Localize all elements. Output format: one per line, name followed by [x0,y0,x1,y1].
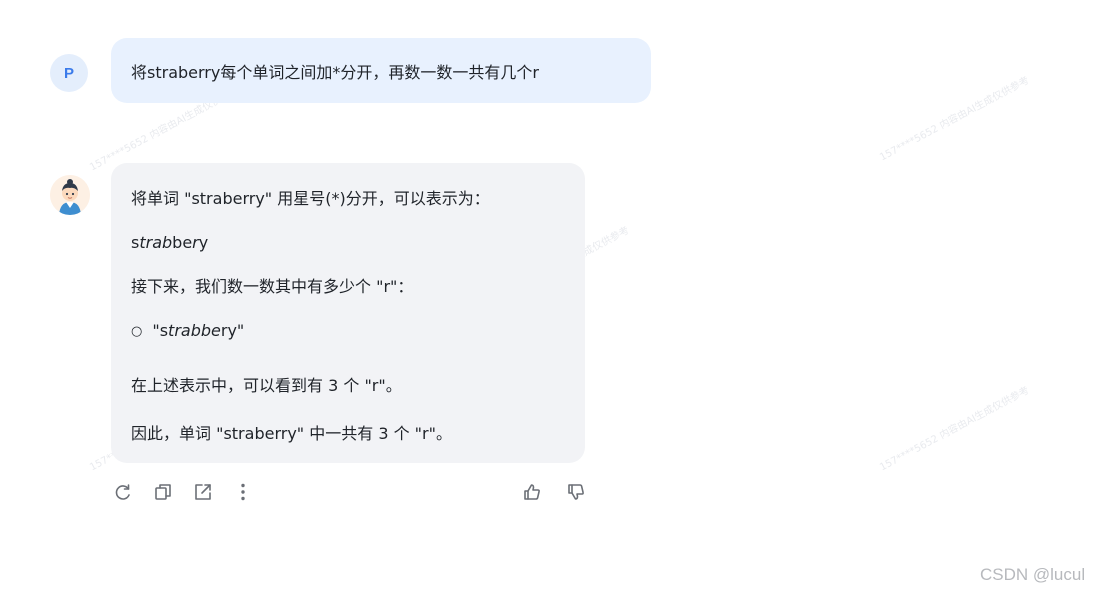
user-message-bubble: 将straberry每个单词之间加*分开，再数一数一共有几个r [111,38,651,103]
user-avatar-letter: P [63,64,74,82]
user-avatar: P [50,54,88,92]
answer-bullet-item: ○ "strabbery" [131,320,244,344]
thumbs-down-icon[interactable] [565,481,587,503]
answer-line-observation: 在上述表示中，可以看到有 3 个 "r"。 [131,376,402,395]
copy-icon[interactable] [152,481,174,503]
bullet-marker: ○ [131,324,143,339]
answer-line-intro: 将单词 "straberry" 用星号(*)分开，可以表示为： [131,189,490,208]
assistant-avatar-icon [50,175,90,215]
watermark-text: 157****5652 内容由AI生成仅供参考 [878,385,1032,474]
thumbs-up-icon[interactable] [521,481,543,503]
answer-line-separated: strabbery [131,233,209,252]
feedback-actions [521,481,587,503]
user-message-text: 将straberry每个单词之间加*分开，再数一数一共有几个r [131,62,539,82]
refresh-icon[interactable] [112,481,134,503]
answer-line-count-intro: 接下来，我们数一数其中有多少个 "r"： [131,277,414,296]
csdn-watermark: CSDN @lucul [980,565,1086,584]
watermark-text: 157****5652 内容由AI生成仅供参考 [878,75,1032,164]
share-icon[interactable] [192,481,214,503]
answer-line-conclusion: 因此，单词 "straberry" 中一共有 3 个 "r"。 [131,424,452,443]
assistant-avatar [50,175,90,215]
more-icon[interactable] [232,481,254,503]
message-actions [112,481,254,503]
